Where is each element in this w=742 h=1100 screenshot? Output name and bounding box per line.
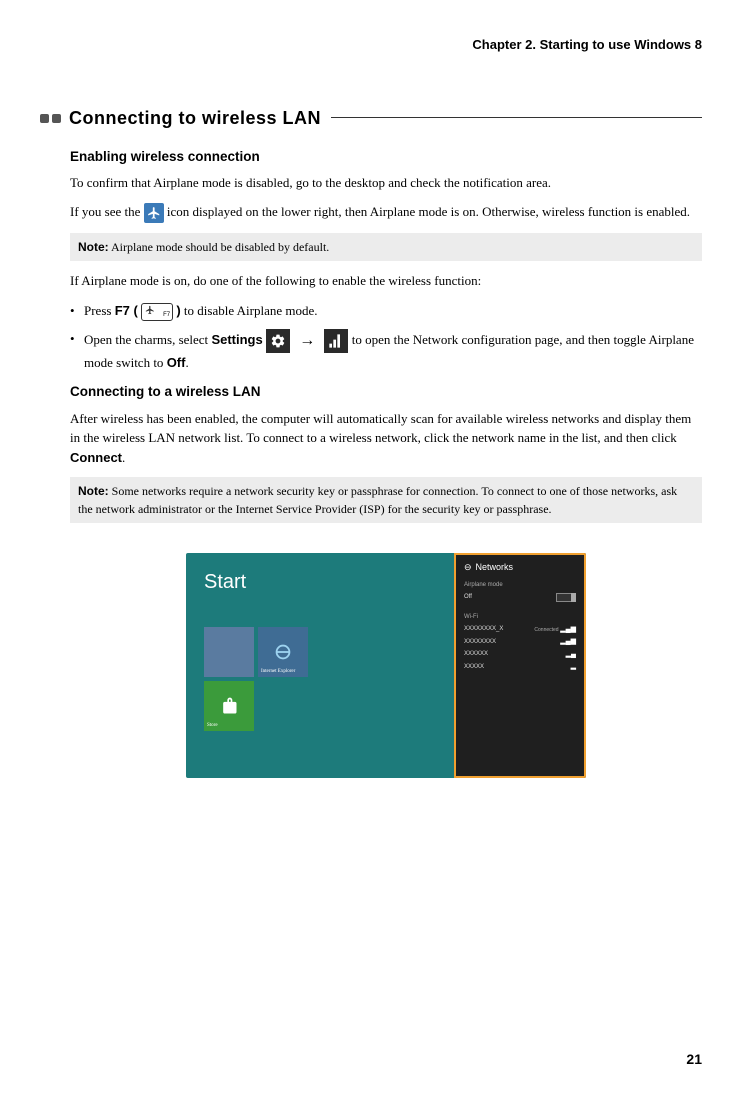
net-name: XXXXXX xyxy=(464,650,488,659)
signal-bars-icon xyxy=(324,329,348,353)
chapter-header: Chapter 2. Starting to use Windows 8 xyxy=(40,35,702,55)
net-name: XXXXX xyxy=(464,663,484,672)
text: Open the charms, select xyxy=(84,332,211,347)
settings-gear-icon xyxy=(266,329,290,353)
signal-icon: ▂▄ xyxy=(566,650,576,661)
note-box-1: Note: Airplane mode should be disabled b… xyxy=(70,233,702,261)
f7-key-icon: F7 xyxy=(141,303,173,321)
text: . xyxy=(185,355,188,370)
net-status: Connected xyxy=(534,627,558,633)
arrow-icon: → xyxy=(299,329,315,353)
section-heading: Connecting to wireless LAN xyxy=(69,105,321,132)
networks-panel: ⊖ Networks Airplane mode Off Wi-Fi XXXXX… xyxy=(454,553,586,778)
back-arrow-icon: ⊖ xyxy=(464,561,472,575)
airplane-state: Off xyxy=(464,593,472,602)
network-row: XXXXXXXX ▂▄▆ xyxy=(464,636,576,649)
text: If you see the xyxy=(70,204,144,219)
text: . xyxy=(122,450,125,465)
network-row: XXXXXXXX_X Connected ▂▄▆ xyxy=(464,624,576,637)
tile-label: Store xyxy=(207,722,218,730)
net-name: XXXXXXXX_X xyxy=(464,625,503,634)
text: icon displayed on the lower right, then … xyxy=(167,204,690,219)
paragraph-connect: After wireless has been enabled, the com… xyxy=(70,409,702,468)
note-box-2: Note: Some networks require a network se… xyxy=(70,477,702,523)
text: After wireless has been enabled, the com… xyxy=(70,411,691,446)
section-heading-row: Connecting to wireless LAN xyxy=(40,105,702,132)
networks-title: ⊖ Networks xyxy=(464,561,576,575)
windows8-screenshot: Start Internet Explorer Store xyxy=(186,553,586,778)
section-bullet-icon xyxy=(40,114,61,123)
off-label: Off xyxy=(167,355,186,370)
network-row: XXXXX ▂ xyxy=(464,661,576,674)
wifi-label: Wi-Fi xyxy=(464,613,576,622)
note-label: Note: xyxy=(78,484,109,498)
f7-label: F7 ( xyxy=(115,303,138,318)
text: to disable Airplane mode. xyxy=(181,303,318,318)
text: Press xyxy=(84,303,115,318)
connect-label: Connect xyxy=(70,450,122,465)
list-item-charms: Open the charms, select Settings → to op… xyxy=(84,329,702,373)
airplane-mode-label: Airplane mode xyxy=(464,581,576,590)
network-row: XXXXXX ▂▄ xyxy=(464,649,576,662)
settings-label: Settings xyxy=(211,332,262,347)
page-number: 21 xyxy=(686,1049,702,1070)
tile-store: Store xyxy=(204,681,254,731)
tile-label: Internet Explorer xyxy=(261,668,295,676)
airplane-mode-icon xyxy=(144,203,164,223)
net-name: XXXXXXXX xyxy=(464,638,496,647)
heading-divider xyxy=(331,117,702,119)
note-text: Airplane mode should be disabled by defa… xyxy=(109,240,330,254)
key-label: F7 xyxy=(163,311,170,320)
subheading-enabling: Enabling wireless connection xyxy=(70,147,702,167)
signal-icon: ▂▄▆ xyxy=(560,637,576,648)
note-label: Note: xyxy=(78,240,109,254)
tile-desktop xyxy=(204,627,254,677)
paragraph-icon-check: If you see the icon displayed on the low… xyxy=(70,202,702,223)
signal-icon: ▂▄▆ xyxy=(560,626,576,633)
airplane-toggle xyxy=(556,593,576,602)
tile-ie: Internet Explorer xyxy=(258,627,308,677)
paragraph-if-on: If Airplane mode is on, do one of the fo… xyxy=(70,271,702,291)
networks-title-text: Networks xyxy=(476,561,514,575)
list-item-f7: Press F7 ( F7 ) to disable Airplane mode… xyxy=(84,301,702,321)
subheading-connecting: Connecting to a wireless LAN xyxy=(70,382,702,402)
signal-icon: ▂ xyxy=(571,662,576,673)
start-title: Start xyxy=(204,567,444,597)
note-text: Some networks require a network security… xyxy=(78,484,677,516)
paragraph-confirm: To confirm that Airplane mode is disable… xyxy=(70,173,702,193)
